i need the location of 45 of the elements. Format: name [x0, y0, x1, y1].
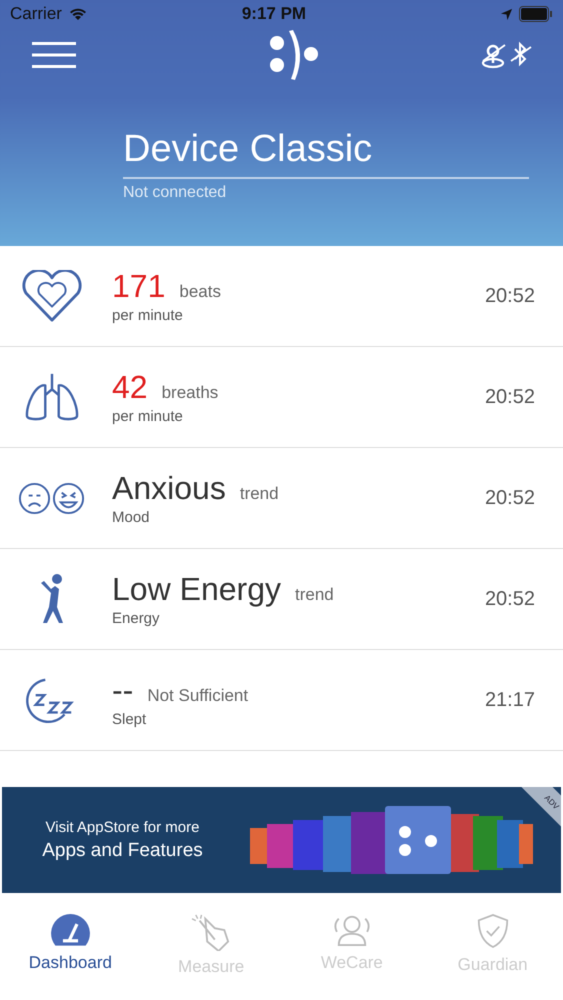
faces-icon	[18, 480, 86, 516]
metric-label: Slept	[112, 711, 148, 728]
metric-row[interactable]: 171 beats per minute 20:52	[0, 246, 563, 347]
ad-text: Visit AppStore for more	[46, 818, 200, 836]
ad-label: ADV	[543, 793, 561, 811]
carrier-name: Carrier	[10, 4, 62, 24]
metric-unit: beats	[179, 282, 221, 302]
metric-value: Low Energy	[112, 571, 281, 608]
wifi-icon	[68, 7, 88, 21]
metric-row[interactable]: 42 breaths per minute 20:52	[0, 347, 563, 448]
heart-icon	[21, 270, 83, 322]
battery-icon	[519, 6, 553, 22]
metric-unit: Not Sufficient	[147, 686, 248, 706]
metric-time: 21:17	[484, 688, 535, 712]
ad-banner[interactable]: Visit AppStore for more Apps and Features ADV	[2, 787, 561, 893]
metric-row[interactable]: Anxious trend Mood 20:52	[0, 448, 563, 549]
device-name: Device Classic	[123, 128, 529, 179]
metric-unit: breaths	[162, 383, 218, 403]
shield-check-icon	[476, 913, 509, 949]
location-bluetooth-off-icon[interactable]	[481, 41, 533, 69]
connection-status: Not connected	[123, 184, 228, 202]
status-time: 9:17 PM	[240, 4, 308, 24]
speedometer-icon	[50, 913, 91, 947]
tab[interactable]: Dashboard	[0, 913, 141, 973]
metric-time: 20:52	[484, 588, 535, 610]
location-arrow-icon	[500, 8, 513, 20]
metric-label: per minute	[112, 307, 184, 324]
metric-unit: trend	[240, 484, 279, 504]
logo-icon	[268, 29, 318, 81]
metric-value: 171	[112, 268, 166, 305]
lungs-icon	[24, 372, 80, 422]
metric-time: 20:52	[484, 386, 535, 408]
ad-headline: Apps and Features	[42, 840, 203, 862]
metric-row[interactable]: Low Energy trend Energy 20:52	[0, 549, 563, 650]
metric-label: Energy	[112, 610, 161, 627]
metric-time: 20:52	[484, 486, 535, 510]
metric-row[interactable]: -- Not Sufficient Slept 21:17	[0, 650, 563, 751]
metric-value: --	[112, 672, 134, 709]
metric-unit: trend	[294, 585, 334, 605]
metric-label: per minute	[112, 408, 184, 425]
metric-value: Anxious	[112, 470, 226, 507]
menu-button[interactable]	[32, 41, 76, 69]
metric-value: 42	[112, 369, 148, 406]
metric-time: 20:52	[484, 284, 535, 308]
metric-label: Mood	[112, 509, 151, 526]
